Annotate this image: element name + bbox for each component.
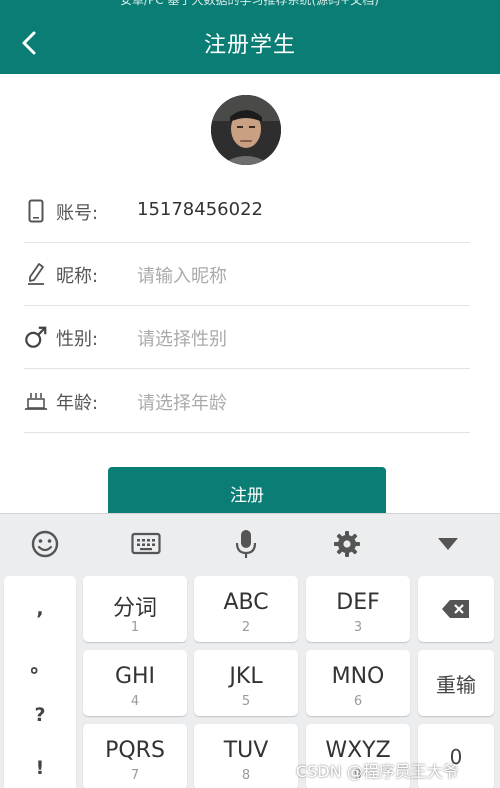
avatar[interactable] (211, 95, 281, 165)
gender-label: 性别: (56, 329, 99, 350)
punct-key-comma[interactable]: , (4, 598, 76, 620)
punct-key-question[interactable]: ? (4, 704, 76, 726)
key-4[interactable]: GHI 4 (83, 650, 187, 716)
gender-select[interactable]: 请选择性别 (137, 325, 227, 351)
key-7[interactable]: PQRS 7 (83, 724, 187, 788)
keyboard-icon[interactable] (130, 528, 162, 560)
microphone-icon[interactable] (230, 528, 262, 560)
key-3-label: DEF (336, 590, 380, 615)
cake-icon (24, 388, 48, 414)
app-header: 注册学生 (0, 12, 500, 74)
status-bar-text: 安卓/PC 基于大数据的学习推荐系统(源码+文档) (120, 0, 379, 7)
nickname-label: 昵称: (56, 266, 99, 287)
account-row: 账号: 15178456022 (24, 180, 470, 243)
watermark: CSDN @程序员王大爷 (296, 762, 459, 781)
avatar-image (211, 95, 281, 165)
key-1-digit: 1 (130, 620, 140, 635)
punct-key-period[interactable]: 。 (4, 651, 76, 678)
page-title: 注册学生 (203, 33, 296, 58)
backspace-key[interactable] (418, 576, 494, 642)
key-3-digit: 3 (353, 620, 363, 635)
gender-row[interactable]: 性别: 请选择性别 (24, 306, 470, 369)
key-1-label: 分词 (112, 596, 157, 621)
key-2-digit: 2 (241, 620, 251, 635)
key-7-digit: 7 (130, 768, 140, 783)
pencil-icon (24, 261, 48, 287)
status-bar: 安卓/PC 基于大数据的学习推荐系统(源码+文档) (0, 0, 500, 12)
reenter-key-label: 重输 (436, 672, 476, 697)
keyboard-toolbar (0, 514, 500, 574)
key-2-label: ABC (223, 590, 269, 615)
key-6-digit: 6 (353, 694, 363, 709)
key-4-label: GHI (114, 664, 156, 689)
nickname-input[interactable]: 请输入昵称 (137, 262, 227, 288)
punct-key-exclaim[interactable]: ! (4, 757, 76, 779)
gear-icon[interactable] (331, 528, 363, 560)
key-5[interactable]: JKL 5 (194, 650, 298, 716)
key-7-label: PQRS (105, 738, 165, 763)
punctuation-column: , 。 ? ! (4, 576, 76, 788)
key-5-label: JKL (229, 664, 263, 689)
collapse-keyboard-icon[interactable] (432, 528, 464, 560)
key-8[interactable]: TUV 8 (194, 724, 298, 788)
account-label: 账号: (56, 203, 99, 224)
male-symbol-icon (24, 324, 48, 350)
key-1[interactable]: 分词 1 (83, 576, 187, 642)
key-8-label: TUV (223, 738, 269, 763)
key-2[interactable]: ABC 2 (194, 576, 298, 642)
age-select[interactable]: 请选择年龄 (137, 389, 227, 415)
key-6-label: MNO (331, 664, 385, 689)
key-8-digit: 8 (241, 768, 251, 783)
account-value: 15178456022 (137, 199, 263, 220)
soft-keyboard: , 。 ? ! 分词 1 ABC 2 DEF 3 GHI 4 JKL 5 MNO… (0, 513, 500, 788)
key-4-digit: 4 (130, 694, 140, 709)
key-6[interactable]: MNO 6 (306, 650, 410, 716)
phone-icon (24, 198, 48, 224)
key-5-digit: 5 (241, 694, 251, 709)
reenter-key[interactable]: 重输 (418, 650, 494, 716)
nickname-row[interactable]: 昵称: 请输入昵称 (24, 243, 470, 306)
age-row[interactable]: 年龄: 请选择年龄 (24, 370, 470, 433)
backspace-icon (442, 600, 469, 618)
age-label: 年龄: (56, 393, 99, 414)
key-3[interactable]: DEF 3 (306, 576, 410, 642)
emoji-icon[interactable] (29, 528, 61, 560)
